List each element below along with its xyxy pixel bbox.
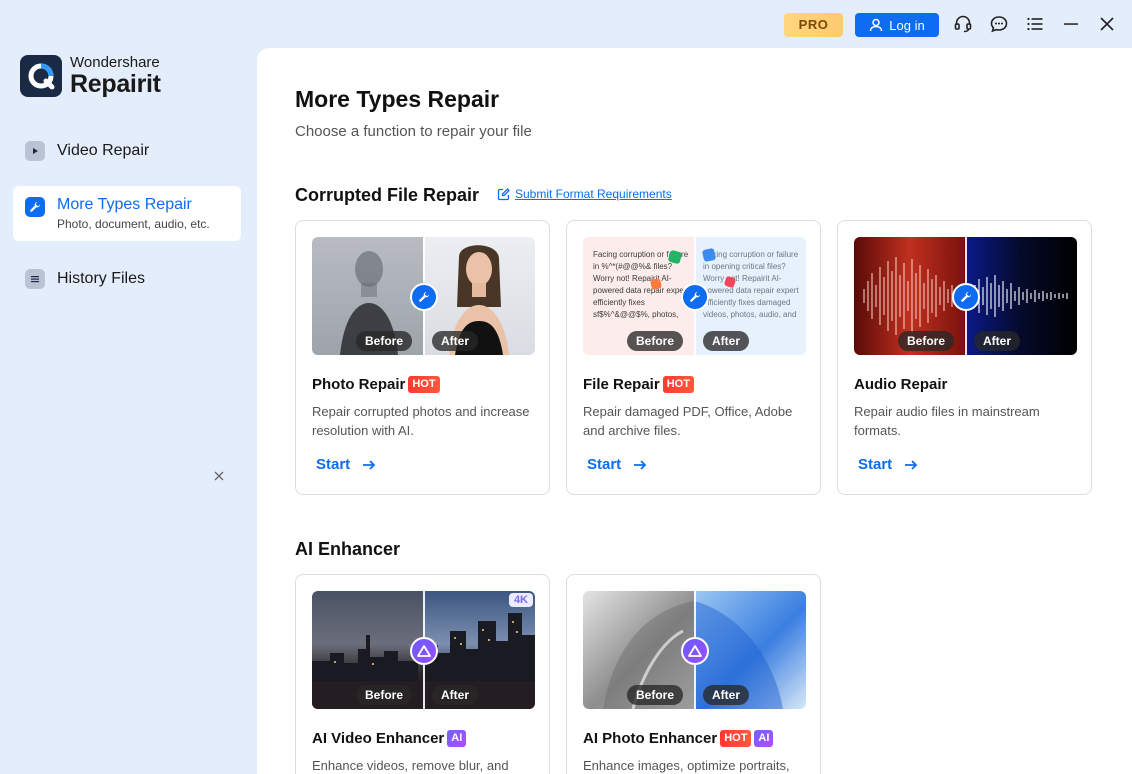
hot-tag: HOT [720, 730, 752, 747]
ai-tag: AI [447, 730, 467, 747]
video-play-icon [25, 141, 45, 161]
file-repair-preview: Facing corruption or failure in %^*(#@@%… [583, 237, 806, 355]
after-badge: After [432, 685, 479, 705]
sidebar-item-label: History Files [57, 270, 146, 287]
repairit-logo-icon [20, 55, 62, 97]
sidebar-item-sublabel: Photo, document, audio, etc. [57, 217, 210, 231]
brand-main: Repairit [70, 70, 161, 98]
submit-format-link[interactable]: Submit Format Requirements [497, 187, 672, 201]
sidebar-item-label: Video Repair [57, 142, 150, 159]
section-title-ai-enhancer: AI Enhancer [295, 539, 401, 559]
menu-list-icon[interactable] [1025, 14, 1045, 34]
card-file-repair[interactable]: Facing corruption or failure in %^*(#@@%… [566, 220, 821, 495]
card-title-text: File Repair [583, 376, 660, 393]
before-badge: Before [898, 331, 955, 351]
card-title: AI Photo Enhancer HOT AI [583, 730, 774, 747]
after-badge: After [703, 685, 750, 705]
sidebar: Wondershare Repairit Video Repair More T… [0, 0, 257, 774]
start-button[interactable]: Start [316, 456, 376, 473]
4k-badge: 4K [508, 593, 533, 607]
card-description: Repair damaged PDF, Office, Adobe and ar… [583, 404, 793, 438]
sidebar-item-more-types-repair[interactable]: More Types Repair Photo, document, audio… [13, 186, 241, 241]
user-icon [870, 18, 883, 32]
arrow-right-icon [363, 459, 376, 470]
wrench-icon [410, 283, 438, 311]
edit-icon [497, 187, 510, 200]
card-title-text: Audio Repair [854, 376, 948, 393]
blue-cube-icon [702, 248, 716, 262]
ai-photo-enhancer-preview: Before After [583, 591, 806, 709]
card-title: Photo Repair HOT [312, 376, 440, 393]
card-ai-photo-enhancer[interactable]: Before After AI Photo Enhancer HOT AI En… [566, 574, 821, 774]
card-audio-repair[interactable]: Before After Audio Repair Repair audio f… [837, 220, 1092, 495]
wrench-icon [952, 283, 980, 311]
page-title: More Types Repair [295, 86, 500, 112]
hot-tag: HOT [408, 376, 440, 393]
card-title-text: AI Photo Enhancer [583, 730, 718, 747]
main-panel: More Types Repair Choose a function to r… [257, 48, 1132, 774]
start-button[interactable]: Start [858, 456, 918, 473]
pro-button[interactable]: PRO [784, 13, 843, 37]
ai-enhance-icon [410, 637, 438, 665]
minimize-icon[interactable] [1061, 14, 1081, 34]
brand: Wondershare Repairit [20, 55, 161, 97]
card-photo-repair[interactable]: Before After Photo Repair HOT Repair cor… [295, 220, 550, 495]
before-badge: Before [356, 331, 413, 351]
repaired-doc-text: Facing corruption or failure in opening … [703, 250, 799, 319]
card-ai-video-enhancer[interactable]: 4K Before After AI Video Enhancer AI Enh… [295, 574, 550, 774]
sidebar-item-label: More Types Repair [57, 196, 192, 213]
support-headset-icon[interactable] [953, 14, 973, 34]
start-label: Start [316, 456, 351, 473]
login-label: Log in [889, 17, 925, 33]
card-description: Repair audio files in mainstream formats… [854, 404, 1040, 438]
photo-repair-preview: Before After [312, 237, 535, 355]
before-badge: Before [356, 685, 413, 705]
card-description: Enhance videos, remove blur, and [312, 758, 509, 773]
feedback-chat-icon[interactable] [989, 14, 1009, 34]
dismiss-close-icon[interactable] [212, 469, 226, 483]
start-label: Start [858, 456, 893, 473]
green-cube-icon [668, 250, 682, 264]
wrench-icon [681, 283, 709, 311]
card-title: AI Video Enhancer AI [312, 730, 467, 747]
login-button[interactable]: Log in [855, 13, 939, 37]
section-title-corrupted-file-repair: Corrupted File Repair [295, 185, 480, 205]
ai-video-enhancer-preview: 4K Before After [312, 591, 535, 709]
close-window-icon[interactable] [1097, 14, 1117, 34]
hot-tag: HOT [662, 376, 694, 393]
orange-cube-icon [650, 278, 662, 290]
red-cube-icon [724, 276, 736, 288]
audio-repair-preview: Before After [854, 237, 1077, 355]
card-description: Repair corrupted photos and increase res… [312, 404, 530, 438]
arrow-right-icon [634, 459, 647, 470]
ai-tag: AI [754, 730, 774, 747]
before-badge: Before [627, 685, 684, 705]
wrench-icon [25, 196, 45, 217]
after-badge: After [974, 331, 1021, 351]
card-description: Enhance images, optimize portraits, [583, 758, 790, 773]
card-title-text: AI Video Enhancer [312, 730, 445, 747]
history-list-icon [25, 269, 45, 289]
card-title-text: Photo Repair [312, 376, 406, 393]
brand-sub: Wondershare [70, 54, 160, 71]
sidebar-item-history-files[interactable]: History Files [13, 265, 241, 293]
ai-enhance-icon [681, 637, 709, 665]
after-badge: After [703, 331, 750, 351]
submit-format-label: Submit Format Requirements [515, 187, 672, 201]
start-label: Start [587, 456, 622, 473]
card-title: Audio Repair [854, 376, 947, 393]
after-badge: After [432, 331, 479, 351]
sidebar-item-video-repair[interactable]: Video Repair [13, 137, 241, 165]
before-badge: Before [627, 331, 684, 351]
card-title: File Repair HOT [583, 376, 694, 393]
page-subtitle: Choose a function to repair your file [295, 123, 532, 140]
arrow-right-icon [905, 459, 918, 470]
start-button[interactable]: Start [587, 456, 647, 473]
